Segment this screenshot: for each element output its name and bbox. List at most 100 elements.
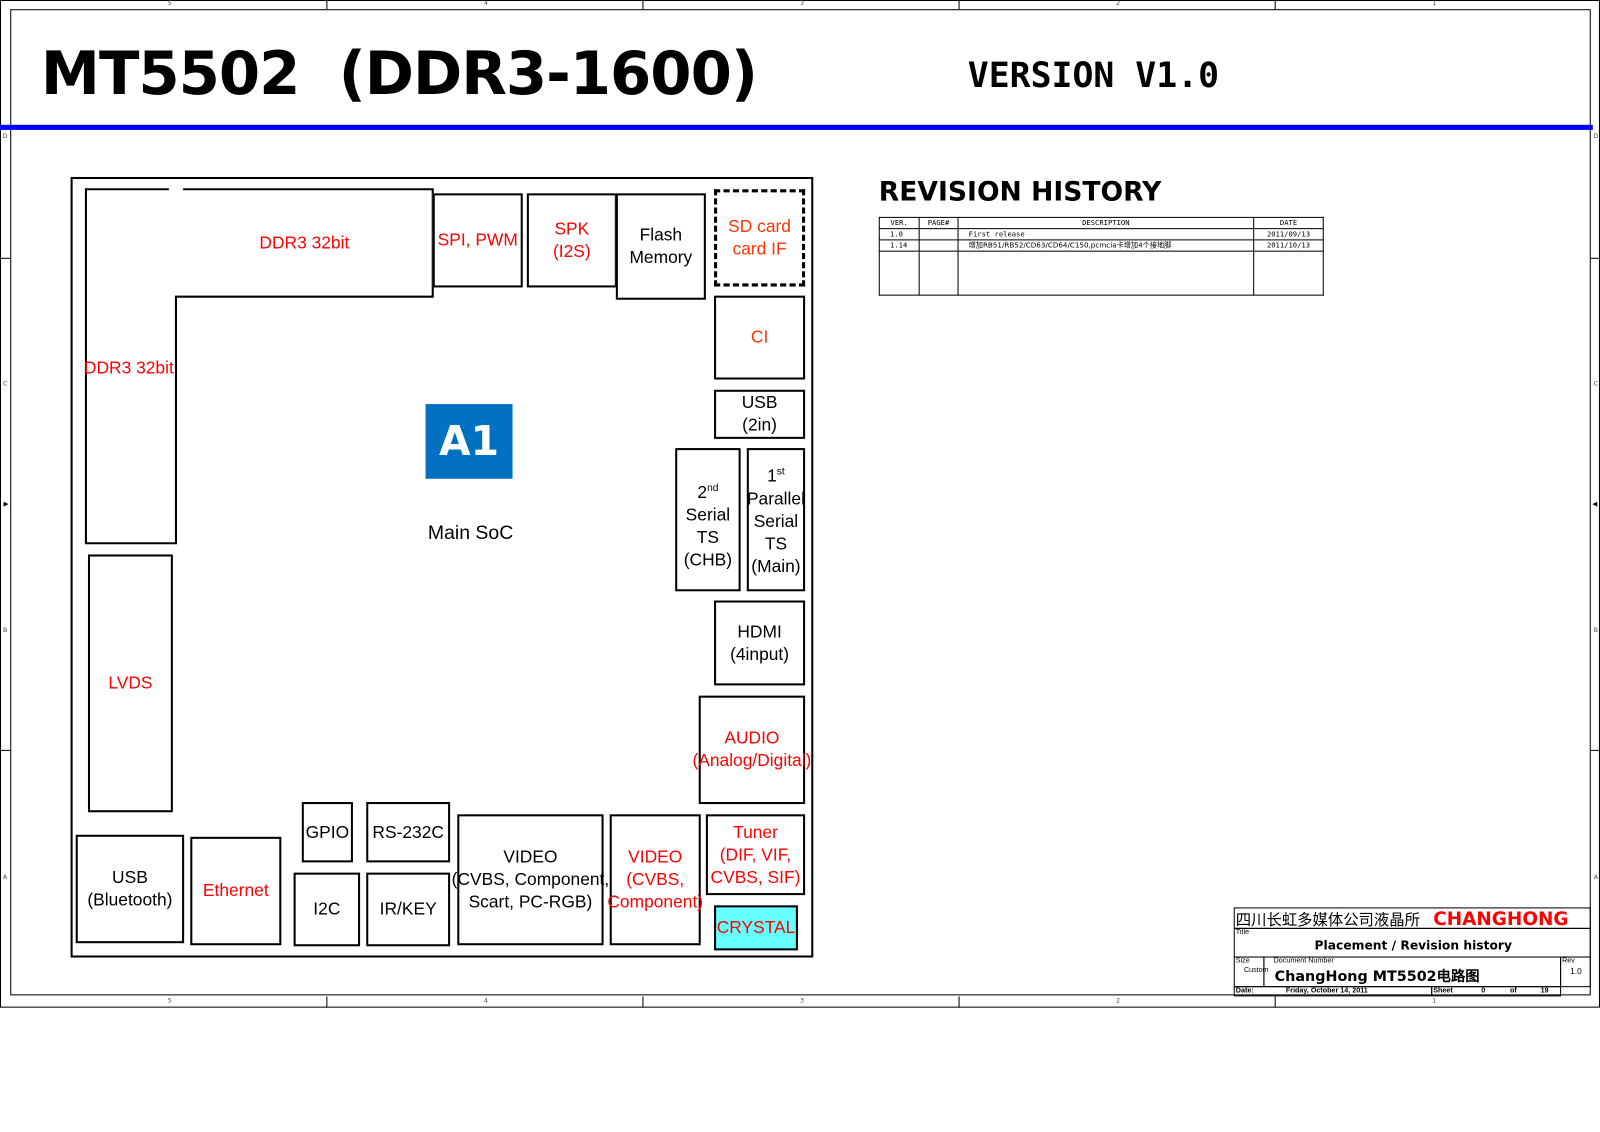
soc-label: Main SoC bbox=[427, 522, 514, 545]
ts1-label: (Main) bbox=[751, 556, 801, 576]
video-cvbs-component-block: VIDEO (CVBS, Component) bbox=[607, 814, 703, 946]
tuner-sublabel: (DIF, VIF, bbox=[719, 844, 792, 864]
tuner-block: Tuner (DIF, VIF, CVBS, SIF) bbox=[705, 814, 806, 896]
zone-col-label: 5 bbox=[167, 997, 172, 1005]
ts1-label: Parallel bbox=[746, 488, 805, 509]
usb-bt-sublabel: (Bluetooth) bbox=[87, 890, 173, 910]
cell-page bbox=[918, 239, 959, 252]
rev-cell: Rev 1.0 bbox=[1560, 956, 1591, 988]
zone-divider bbox=[642, 996, 644, 1008]
i2c-label: I2C bbox=[313, 899, 341, 919]
flash-sublabel: Memory bbox=[629, 247, 693, 268]
zone-col-label: 2 bbox=[1116, 0, 1121, 8]
date-cell: Date: Friday, October 14, 2011 bbox=[1233, 986, 1433, 997]
hdmi-block: HDMI (4input) bbox=[714, 600, 806, 686]
size-cell: Size Custom bbox=[1233, 956, 1269, 988]
zone-row-label: B bbox=[1593, 627, 1598, 635]
video1-sublabel: Scart, PC-RGB) bbox=[468, 892, 593, 912]
ts2-label: Serial bbox=[685, 505, 731, 525]
spk-label: SPK bbox=[554, 218, 590, 239]
ci-label: CI bbox=[750, 327, 769, 347]
col-header: PAGE# bbox=[918, 216, 959, 230]
date-value: Friday, October 14, 2011 bbox=[1285, 987, 1368, 995]
document-number-cell: Document Number ChangHong MT5502电路图 bbox=[1263, 956, 1562, 988]
spk-block: SPK (I2S) bbox=[526, 193, 617, 288]
rs232c-label: RS-232C bbox=[372, 821, 444, 842]
spk-sublabel: (I2S) bbox=[553, 241, 591, 261]
zone-divider bbox=[326, 996, 328, 1008]
lvds-label: LVDS bbox=[108, 673, 153, 693]
center-arrow-icon: ◄ bbox=[1590, 499, 1599, 509]
irkey-label: IR/KEY bbox=[379, 899, 437, 919]
audio-block: AUDIO (Analog/Digital) bbox=[692, 695, 811, 805]
revision-history-table: VER. PAGE# DESCRIPTION DATE 1.0 First re… bbox=[878, 216, 1324, 296]
usb-bt-label: USB bbox=[112, 867, 148, 887]
ethernet-block: Ethernet bbox=[190, 836, 282, 946]
zone-divider bbox=[1274, 0, 1276, 10]
ts1-label: TS bbox=[764, 533, 788, 554]
table-row: 1.14 增加RB51/RB52/CD63/CD64/C150,pcmcia卡增… bbox=[878, 239, 1324, 252]
schematic-sheet: 5 4 3 2 1 5 4 3 2 1 ► ◄ D C B A D C B A … bbox=[0, 0, 1600, 1131]
zone-col-label: 1 bbox=[1432, 0, 1437, 8]
usb-sublabel: (2in) bbox=[742, 415, 777, 435]
hdmi-label: HDMI bbox=[737, 621, 782, 641]
version-label: VERSION V1.0 bbox=[967, 55, 1220, 97]
title-block-company-row: 四川长虹多媒体公司液晶所 CHANGHONG bbox=[1233, 907, 1591, 930]
zone-row-label: C bbox=[1593, 380, 1599, 388]
crystal-label: CRYSTAL bbox=[716, 917, 796, 938]
ts1-block: 1st Parallel Serial TS (Main) bbox=[746, 448, 806, 592]
ddr3-left-label: DDR3 32bit bbox=[83, 358, 174, 378]
tuner-label: Tuner bbox=[733, 821, 778, 842]
zone-row-label: A bbox=[1593, 873, 1598, 881]
gpio-label: GPIO bbox=[305, 821, 350, 842]
col-header: DESCRIPTION bbox=[957, 216, 1255, 230]
lvds-block: LVDS bbox=[87, 554, 173, 813]
spi-pwm-block: SPI, PWM bbox=[432, 193, 523, 288]
video2-sublabel: (CVBS, bbox=[626, 869, 685, 889]
usb-2in-block: USB (2in) bbox=[714, 389, 806, 439]
ts2-ordinal: 2nd bbox=[697, 482, 719, 503]
docnum-value: ChangHong MT5502电路图 bbox=[1274, 968, 1480, 986]
sheet-title: Placement / Revision history bbox=[1314, 938, 1512, 953]
sd-card-block: SD card card IF bbox=[714, 189, 806, 287]
title-field-label: Title bbox=[1235, 928, 1250, 937]
zone-col-label: 4 bbox=[483, 997, 488, 1005]
ts1-label: Serial bbox=[753, 511, 799, 531]
cell-description: 增加RB51/RB52/CD63/CD64/C150,pcmcia卡增加4个接地… bbox=[957, 239, 1255, 252]
zone-divider bbox=[958, 996, 960, 1008]
zone-divider bbox=[1274, 996, 1276, 1008]
cell-ver: 1.0 bbox=[878, 228, 920, 241]
spi-pwm-label: SPI, PWM bbox=[437, 230, 518, 250]
cell-date: 2011/09/13 bbox=[1253, 228, 1324, 241]
ts2-label: TS bbox=[696, 527, 720, 548]
brand-logo: CHANGHONG bbox=[1433, 908, 1569, 930]
zone-divider bbox=[958, 0, 960, 10]
audio-label: AUDIO bbox=[724, 728, 780, 748]
video1-sublabel: (CVBS, Component, bbox=[451, 869, 610, 889]
usb-label: USB bbox=[741, 392, 778, 413]
i2c-block: I2C bbox=[293, 872, 361, 947]
video-cvbs-component-scart-block: VIDEO (CVBS, Component, Scart, PC-RGB) bbox=[452, 814, 609, 946]
video1-label: VIDEO bbox=[503, 847, 558, 867]
title-block: 四川长虹多媒体公司液晶所 CHANGHONG Title Placement /… bbox=[1233, 907, 1591, 997]
audio-sublabel: (Analog/Digital) bbox=[692, 750, 812, 771]
table-header-row: VER. PAGE# DESCRIPTION DATE bbox=[878, 216, 1324, 230]
flash-label: Flash bbox=[639, 225, 683, 245]
crystal-block: CRYSTAL bbox=[714, 905, 798, 951]
col-header: VER. bbox=[878, 216, 920, 230]
rev-value: 1.0 bbox=[1570, 966, 1582, 976]
col-header: DATE bbox=[1253, 216, 1324, 230]
date-label: Date: bbox=[1235, 987, 1254, 995]
sd-card-sublabel: card IF bbox=[732, 238, 787, 259]
table-row-empty bbox=[878, 250, 1324, 296]
rs232c-block: RS-232C bbox=[366, 802, 451, 863]
rev-label: Rev bbox=[1562, 957, 1575, 965]
zone-divider bbox=[1590, 257, 1600, 259]
ethernet-label: Ethernet bbox=[202, 880, 269, 901]
docnum-label: Document Number bbox=[1273, 957, 1334, 965]
zone-col-label: 1 bbox=[1432, 997, 1437, 1005]
sd-card-label: SD card bbox=[728, 216, 791, 236]
flash-memory-block: Flash Memory bbox=[615, 193, 706, 300]
ci-block: CI bbox=[714, 295, 806, 380]
hdmi-sublabel: (4input) bbox=[730, 643, 790, 664]
